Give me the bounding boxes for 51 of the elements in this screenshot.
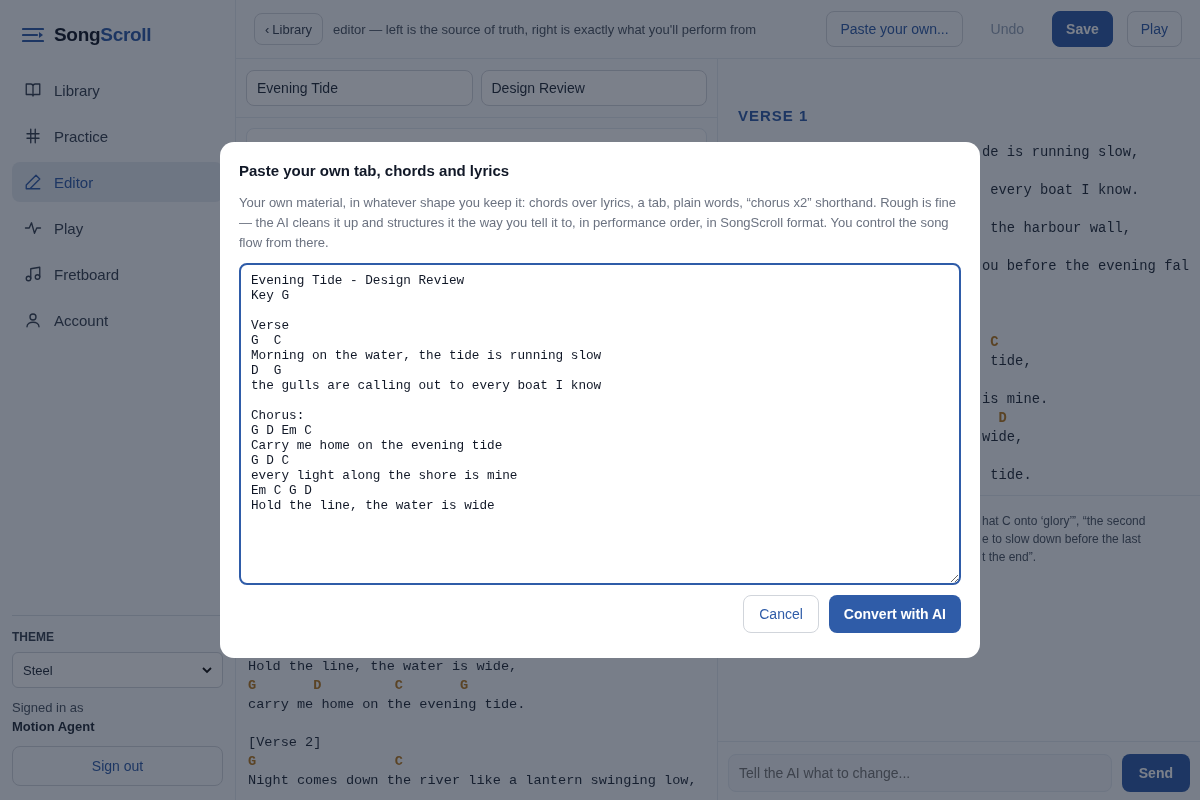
lyric-line: the harbour wall, [989,220,1133,238]
cancel-button[interactable]: Cancel [743,595,819,633]
chord-line: G D C G [248,677,470,695]
caret-icon [202,666,212,674]
theme-select[interactable]: Steel [12,652,223,688]
hash-icon [24,127,42,145]
paste-textarea[interactable]: Evening Tide - Design Review Key G Verse G C Morning on the water, the tide is running slow D G the gulls are calling out to every boat I know Chorus: G D Em C Carry me home on the evening tide G D C every light along the shore is mine Em C G D Hold the line, the water is wide [239,263,961,585]
dialog-title: Paste your own tab, chords and lyrics [239,162,511,179]
lyric-line: [Verse 2] [248,734,323,752]
theme-label: THEME [12,630,55,644]
lyric-line: de is running slow, [982,144,1141,162]
lyric-line: wide, [982,429,1025,447]
app-logo: SongScroll [54,24,152,46]
lyric-line: Night comes down the river like a lantern swinging low, [248,772,698,790]
section-heading: VERSE 1 [738,107,810,124]
dialog-description: Your own material, in whatever shape you keep it: chords over lyrics, a tab, plain words, “chorus x2” shorthand. Rough is fine — the AI cleans it up and structures it the way you tell it to, in performance order, in SongScroll format. You control the song flow from there. [239,194,958,252]
artist-field[interactable]: Design Review [480,70,707,106]
sidebar-item[interactable]: Fretboard [12,254,223,294]
send-button[interactable]: Send [1121,754,1190,792]
chord-line: G C [248,753,404,771]
chat-input[interactable]: Tell the AI what to change... [728,754,1112,792]
pulse-icon [24,219,42,237]
menu-lines-icon [22,27,44,43]
toolbar-button[interactable]: Play [1126,11,1182,47]
toolbar-button[interactable]: Paste your own... [826,11,963,47]
back-button[interactable]: ‹ Library [254,13,324,45]
editor-subtitle: editor — left is the source of truth, right is exactly what you'll perform from [333,21,757,37]
lyric-line: tide. [989,467,1033,485]
person-icon [24,311,42,329]
user-name: Motion Agent [12,719,96,734]
chord-line: D [997,410,1008,428]
chord-line: C [989,334,1000,352]
lyric-line: is mine. [982,391,1050,409]
lyric-line: Hold the line, the water is wide, [248,658,519,676]
sidebar-item[interactable]: Account [12,300,223,340]
title-field[interactable]: Evening Tide [246,70,473,106]
pen-icon [24,173,42,191]
lyric-line: every boat I know. [989,182,1141,200]
signed-in-label: Signed in as [12,700,85,715]
lyric-line: ou before the evening fal [982,258,1190,276]
lyric-line: tide, [989,353,1033,371]
sign-out-button[interactable]: Sign out [12,746,223,786]
sidebar-item[interactable]: Play [12,208,223,248]
sidebar-item[interactable]: Practice [12,116,223,156]
convert-button[interactable]: Convert with AI [828,595,961,633]
book-icon [24,81,42,99]
sidebar-item[interactable]: Library [12,70,223,110]
toolbar-button[interactable]: Save [1052,11,1113,47]
sidebar-item[interactable]: Editor [12,162,223,202]
note-icon [24,265,42,283]
lyric-line: carry me home on the evening tide. [248,696,527,714]
